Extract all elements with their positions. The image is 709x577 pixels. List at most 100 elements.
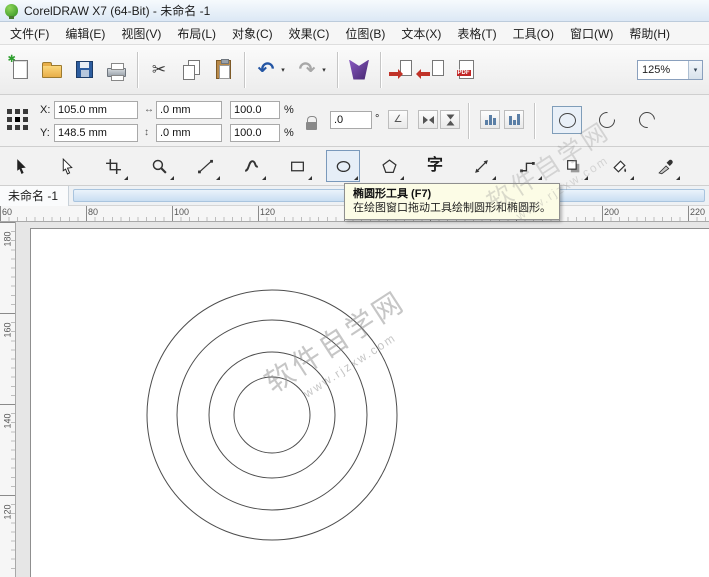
mirror-horizontal-button[interactable] bbox=[418, 110, 438, 129]
menu-view[interactable]: 视图(V) bbox=[113, 22, 169, 45]
new-document-icon: ✱ bbox=[13, 60, 28, 79]
ruler-number: 80 bbox=[88, 207, 98, 217]
menu-effects[interactable]: 效果(C) bbox=[281, 22, 338, 45]
cut-button[interactable]: ✂ bbox=[143, 51, 175, 89]
menu-edit[interactable]: 编辑(E) bbox=[57, 22, 113, 45]
toolbar-separator bbox=[337, 52, 338, 88]
document-tab-label: 未命名 -1 bbox=[8, 187, 58, 204]
save-button[interactable] bbox=[68, 51, 100, 89]
tool-freehand[interactable] bbox=[188, 150, 222, 182]
scale-y-input[interactable]: 100.0 bbox=[230, 124, 280, 142]
new-star-icon: ✱ bbox=[8, 54, 16, 65]
object-height-input[interactable]: .0 mm bbox=[156, 124, 222, 142]
menu-table[interactable]: 表格(T) bbox=[449, 22, 504, 45]
scale-y-percent-label: % bbox=[284, 127, 294, 139]
object-width-icon: ↔ bbox=[144, 104, 154, 115]
tool-text[interactable]: 字 bbox=[418, 150, 452, 182]
angle-button[interactable]: ∠ bbox=[388, 110, 408, 129]
y-position-label: Y: bbox=[40, 127, 50, 139]
ruler-number: 220 bbox=[690, 207, 705, 217]
shape-icon bbox=[59, 158, 76, 175]
menu-bitmaps[interactable]: 位图(B) bbox=[337, 22, 393, 45]
application-launcher-button[interactable] bbox=[343, 51, 375, 89]
menu-text[interactable]: 文本(X) bbox=[393, 22, 449, 45]
rotation-angle-input[interactable]: .0 bbox=[330, 111, 372, 129]
x-position-input[interactable]: 105.0 mm bbox=[54, 101, 138, 119]
new-document-button[interactable]: ✱ bbox=[4, 51, 36, 89]
pie-shape-icon bbox=[599, 112, 615, 128]
ruler-number: 160 bbox=[3, 323, 13, 338]
ruler-number: 140 bbox=[3, 414, 13, 429]
menu-object[interactable]: 对象(C) bbox=[224, 22, 281, 45]
pick-icon bbox=[13, 158, 30, 175]
text-tool-icon: 字 bbox=[427, 158, 443, 174]
publish-pdf-button[interactable]: PDF bbox=[450, 51, 482, 89]
ruler-number: 120 bbox=[260, 207, 275, 217]
print-button[interactable] bbox=[100, 51, 132, 89]
pdf-icon: PDF bbox=[459, 60, 474, 79]
prop-extra-button-b[interactable] bbox=[504, 110, 524, 129]
paste-button[interactable] bbox=[207, 51, 239, 89]
ruler-number: 60 bbox=[2, 207, 12, 217]
circles-svg bbox=[16, 222, 709, 577]
copy-icon bbox=[182, 60, 200, 79]
zoom-level-select[interactable]: 125% ▾ bbox=[637, 60, 703, 80]
angle-icon: ∠ bbox=[394, 114, 403, 125]
propbar-separator bbox=[468, 103, 469, 139]
tool-shape[interactable] bbox=[50, 150, 84, 182]
menu-window[interactable]: 窗口(W) bbox=[562, 22, 621, 45]
copy-button[interactable] bbox=[175, 51, 207, 89]
open-button[interactable] bbox=[36, 51, 68, 89]
scale-x-input[interactable]: 100.0 bbox=[230, 101, 280, 119]
tool-ellipse[interactable] bbox=[326, 150, 360, 182]
tool-rectangle[interactable] bbox=[280, 150, 314, 182]
pie-mode-button[interactable] bbox=[592, 106, 622, 134]
title-bar: CorelDRAW X7 (64-Bit) - 未命名 -1 bbox=[0, 0, 709, 22]
vertical-ruler[interactable]: 180 160 140 120 bbox=[0, 222, 16, 577]
ellipse-tool-tooltip: 椭圆形工具 (F7) 在绘图窗口拖动工具绘制圆形和椭圆形。 bbox=[344, 183, 560, 220]
menu-help[interactable]: 帮助(H) bbox=[621, 22, 678, 45]
print-icon bbox=[107, 68, 126, 77]
crop-icon bbox=[105, 158, 122, 175]
arc-mode-button[interactable] bbox=[632, 106, 662, 134]
tool-dimension[interactable] bbox=[464, 150, 498, 182]
tool-polygon[interactable] bbox=[372, 150, 406, 182]
tool-crop[interactable] bbox=[96, 150, 130, 182]
document-tab[interactable]: 未命名 -1 bbox=[0, 186, 69, 206]
property-bar: X: 105.0 mm Y: 148.5 mm ↔ .0 mm ↕ .0 mm … bbox=[0, 95, 709, 147]
ellipse-mode-button[interactable] bbox=[552, 106, 582, 134]
polygon-icon bbox=[381, 158, 398, 175]
undo-button[interactable]: ↶ bbox=[250, 51, 282, 89]
redo-button[interactable]: ↷ bbox=[291, 51, 323, 89]
drawing-canvas[interactable]: 软件自学网 www.rjzxw.com bbox=[16, 222, 709, 577]
import-button[interactable] bbox=[386, 51, 418, 89]
zoom-icon bbox=[151, 158, 168, 175]
prop-extra-button-a[interactable] bbox=[480, 110, 500, 129]
ruler-number: 180 bbox=[3, 232, 13, 247]
ruler-number: 100 bbox=[174, 207, 189, 217]
lock-ratio-button[interactable] bbox=[300, 108, 322, 134]
freehand-icon bbox=[197, 158, 214, 175]
ruler-number: 120 bbox=[3, 505, 13, 520]
scale-x-percent-label: % bbox=[284, 104, 294, 116]
toolbar-separator bbox=[244, 52, 245, 88]
tool-smart-fill[interactable] bbox=[602, 150, 636, 182]
tool-artistic-media[interactable] bbox=[234, 150, 268, 182]
tool-color-eyedropper[interactable] bbox=[648, 150, 682, 182]
tool-pick[interactable] bbox=[4, 150, 38, 182]
tool-zoom[interactable] bbox=[142, 150, 176, 182]
object-width-input[interactable]: .0 mm bbox=[156, 101, 222, 119]
export-button[interactable] bbox=[418, 51, 450, 89]
mirror-vertical-icon bbox=[446, 114, 454, 125]
rectangle-icon bbox=[289, 158, 306, 175]
ellipse-icon bbox=[335, 158, 352, 175]
coreldraw-logo-icon bbox=[5, 4, 18, 17]
y-position-input[interactable]: 148.5 mm bbox=[54, 124, 138, 142]
tool-drop-shadow[interactable] bbox=[556, 150, 590, 182]
tool-connector[interactable] bbox=[510, 150, 544, 182]
mirror-vertical-button[interactable] bbox=[440, 110, 460, 129]
menu-tools[interactable]: 工具(O) bbox=[505, 22, 562, 45]
zoom-level-value: 125% bbox=[638, 64, 688, 76]
menu-layout[interactable]: 布局(L) bbox=[169, 22, 224, 45]
menu-file[interactable]: 文件(F) bbox=[2, 22, 57, 45]
